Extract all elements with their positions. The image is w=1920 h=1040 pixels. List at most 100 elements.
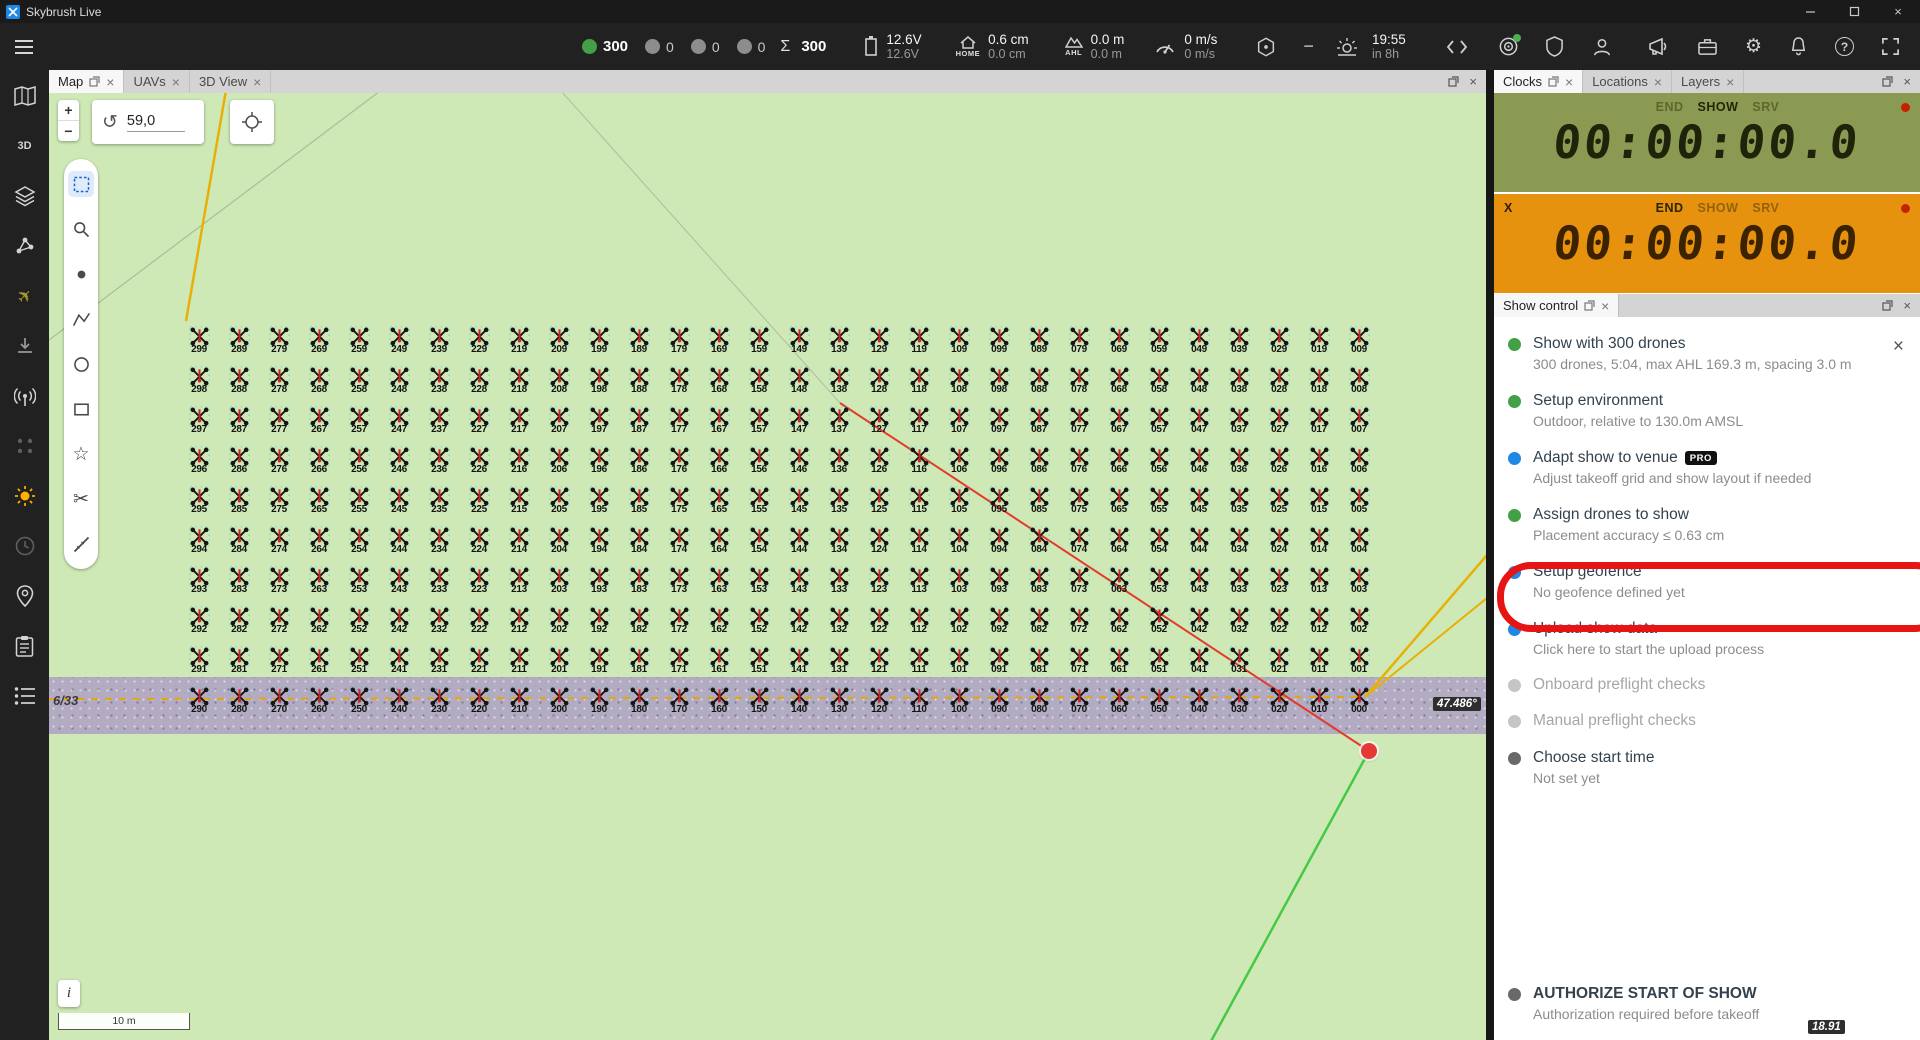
- drone-marker[interactable]: 078: [1059, 360, 1099, 400]
- drone-marker[interactable]: 226: [459, 440, 499, 480]
- drone-marker[interactable]: 287: [219, 400, 259, 440]
- drone-marker[interactable]: 224: [459, 520, 499, 560]
- drone-marker[interactable]: 193: [579, 560, 619, 600]
- drone-marker[interactable]: 142: [779, 600, 819, 640]
- drone-marker[interactable]: 054: [1139, 520, 1179, 560]
- drone-marker[interactable]: 098: [979, 360, 1019, 400]
- fit-view-button[interactable]: [230, 100, 274, 144]
- drone-marker[interactable]: 056: [1139, 440, 1179, 480]
- close-icon[interactable]: ×: [1469, 74, 1477, 89]
- zoom-in-button[interactable]: +: [58, 100, 79, 121]
- bell-icon[interactable]: [1789, 36, 1808, 57]
- drone-marker[interactable]: 082: [1019, 600, 1059, 640]
- zoom-out-button[interactable]: −: [58, 121, 79, 141]
- drone-marker[interactable]: 219: [499, 320, 539, 360]
- drone-marker[interactable]: 183: [619, 560, 659, 600]
- drone-marker[interactable]: 020: [1259, 680, 1299, 720]
- briefcase-icon[interactable]: [1697, 37, 1718, 56]
- drone-marker[interactable]: 068: [1099, 360, 1139, 400]
- drone-marker[interactable]: 296: [179, 440, 219, 480]
- drone-marker[interactable]: 236: [419, 440, 459, 480]
- drone-marker[interactable]: 159: [739, 320, 779, 360]
- drone-marker[interactable]: 283: [219, 560, 259, 600]
- drone-marker[interactable]: 085: [1019, 480, 1059, 520]
- drone-marker[interactable]: 058: [1139, 360, 1179, 400]
- drone-marker[interactable]: 061: [1099, 640, 1139, 680]
- close-icon[interactable]: ×: [1565, 75, 1573, 89]
- menu-icon[interactable]: [14, 39, 34, 55]
- drone-marker[interactable]: 100: [939, 680, 979, 720]
- drone-marker[interactable]: 246: [379, 440, 419, 480]
- drone-marker[interactable]: 125: [859, 480, 899, 520]
- user-icon[interactable]: [1592, 37, 1612, 57]
- drone-marker[interactable]: 036: [1219, 440, 1259, 480]
- tab-locations[interactable]: Locations ×: [1583, 70, 1672, 93]
- drone-marker[interactable]: 090: [979, 680, 1019, 720]
- close-icon[interactable]: ×: [1654, 75, 1662, 89]
- drone-marker[interactable]: 235: [419, 480, 459, 520]
- drone-marker[interactable]: 067: [1099, 400, 1139, 440]
- drone-marker[interactable]: 099: [979, 320, 1019, 360]
- drone-marker[interactable]: 002: [1339, 600, 1379, 640]
- drone-marker[interactable]: 062: [1099, 600, 1139, 640]
- drone-marker[interactable]: 189: [619, 320, 659, 360]
- drone-marker[interactable]: 221: [459, 640, 499, 680]
- drone-marker[interactable]: 035: [1219, 480, 1259, 520]
- point-tool[interactable]: [68, 261, 94, 287]
- map-icon[interactable]: [13, 84, 37, 108]
- drone-marker[interactable]: 114: [899, 520, 939, 560]
- drone-marker[interactable]: 127: [859, 400, 899, 440]
- code-icon[interactable]: [1446, 39, 1468, 55]
- drone-marker[interactable]: 049: [1179, 320, 1219, 360]
- drone-marker[interactable]: 218: [499, 360, 539, 400]
- drone-marker[interactable]: 181: [619, 640, 659, 680]
- drone-marker[interactable]: 228: [459, 360, 499, 400]
- drone-marker[interactable]: 038: [1219, 360, 1259, 400]
- drone-marker[interactable]: 001: [1339, 640, 1379, 680]
- drone-marker[interactable]: 247: [379, 400, 419, 440]
- drone-marker[interactable]: 113: [899, 560, 939, 600]
- drone-marker[interactable]: 065: [1099, 480, 1139, 520]
- minus-icon[interactable]: −: [1303, 36, 1314, 57]
- check-item[interactable]: AUTHORIZE START OF SHOW Authorization re…: [1494, 975, 1920, 1032]
- drone-marker[interactable]: 216: [499, 440, 539, 480]
- drone-marker[interactable]: 096: [979, 440, 1019, 480]
- drone-marker[interactable]: 135: [819, 480, 859, 520]
- drone-marker[interactable]: 029: [1259, 320, 1299, 360]
- drone-marker[interactable]: 281: [219, 640, 259, 680]
- tab-layers[interactable]: Layers ×: [1672, 70, 1744, 93]
- tab-3d-view[interactable]: 3D View ×: [190, 70, 271, 93]
- attribution-info-button[interactable]: i: [58, 980, 80, 1007]
- drone-marker[interactable]: 242: [379, 600, 419, 640]
- drone-marker[interactable]: 026: [1259, 440, 1299, 480]
- drone-marker[interactable]: 124: [859, 520, 899, 560]
- close-icon[interactable]: ×: [253, 75, 261, 89]
- drone-marker[interactable]: 285: [219, 480, 259, 520]
- drone-marker[interactable]: 241: [379, 640, 419, 680]
- drone-marker[interactable]: 134: [819, 520, 859, 560]
- drone-marker[interactable]: 162: [699, 600, 739, 640]
- drone-marker[interactable]: 103: [939, 560, 979, 600]
- popout-icon[interactable]: [1882, 76, 1893, 87]
- drone-marker[interactable]: 211: [499, 640, 539, 680]
- drone-marker[interactable]: 118: [899, 360, 939, 400]
- checklist-icon[interactable]: [13, 634, 37, 658]
- drone-marker[interactable]: 201: [539, 640, 579, 680]
- settings-gear-icon[interactable]: ⚙: [1745, 37, 1762, 56]
- drone-marker[interactable]: 276: [259, 440, 299, 480]
- drone-marker[interactable]: 119: [899, 320, 939, 360]
- drone-marker[interactable]: 185: [619, 480, 659, 520]
- drone-marker[interactable]: 156: [739, 440, 779, 480]
- drone-marker[interactable]: 034: [1219, 520, 1259, 560]
- drone-marker[interactable]: 027: [1259, 400, 1299, 440]
- drone-marker[interactable]: 146: [779, 440, 819, 480]
- drone-marker[interactable]: 071: [1059, 640, 1099, 680]
- drone-marker[interactable]: 047: [1179, 400, 1219, 440]
- check-item[interactable]: Onboard preflight checks: [1494, 667, 1920, 703]
- drone-marker[interactable]: 288: [219, 360, 259, 400]
- drone-marker[interactable]: 132: [819, 600, 859, 640]
- drone-marker[interactable]: 007: [1339, 400, 1379, 440]
- drone-marker[interactable]: 220: [459, 680, 499, 720]
- drone-marker[interactable]: 250: [339, 680, 379, 720]
- drone-marker[interactable]: 126: [859, 440, 899, 480]
